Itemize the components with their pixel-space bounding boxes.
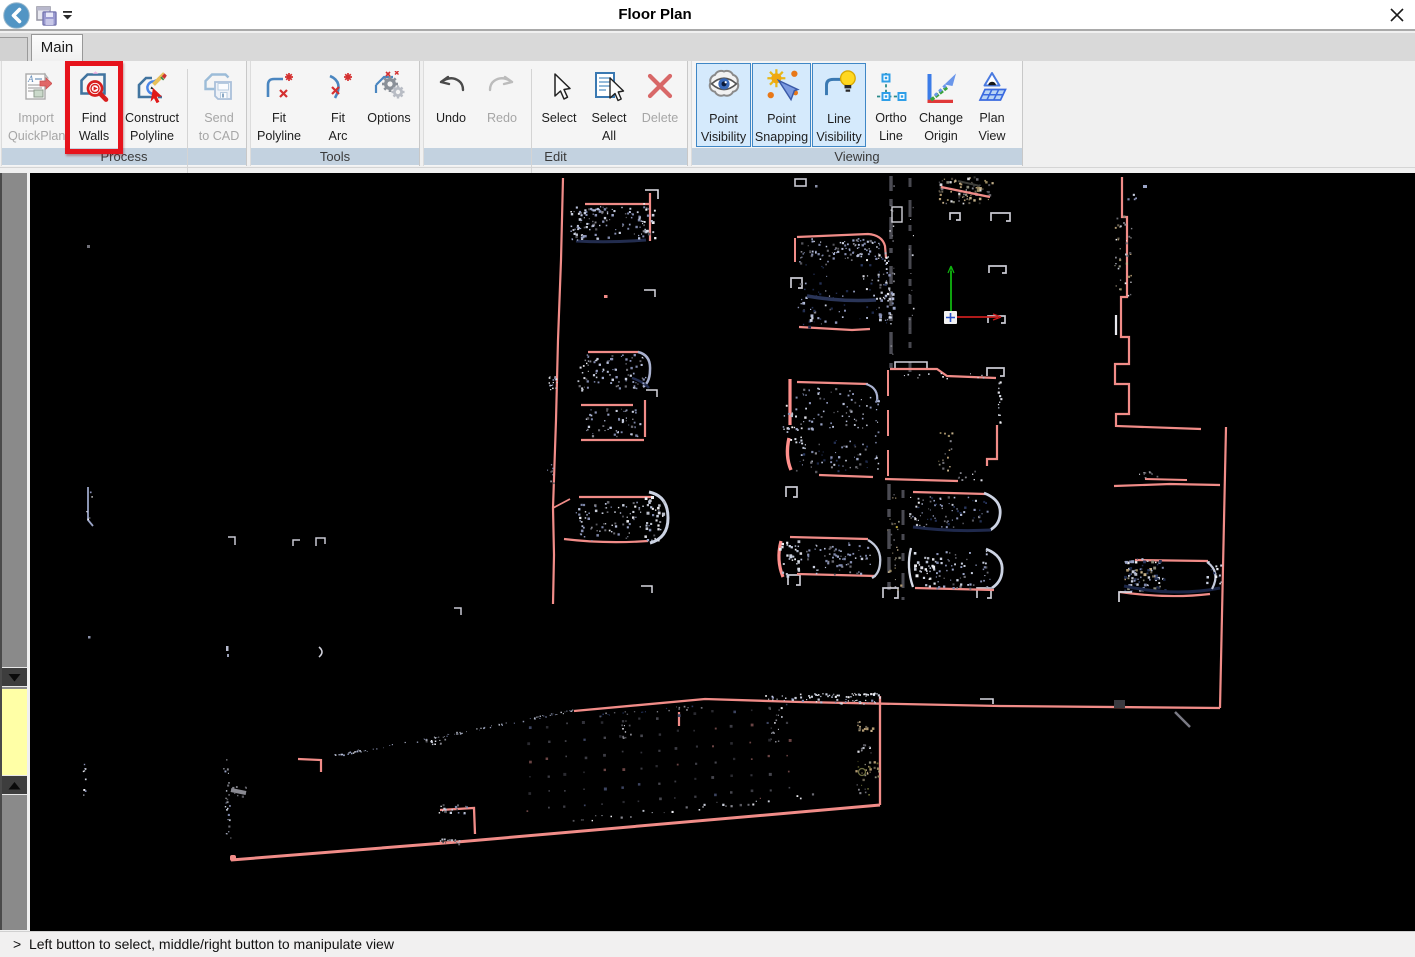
svg-text:A: A: [27, 74, 34, 84]
